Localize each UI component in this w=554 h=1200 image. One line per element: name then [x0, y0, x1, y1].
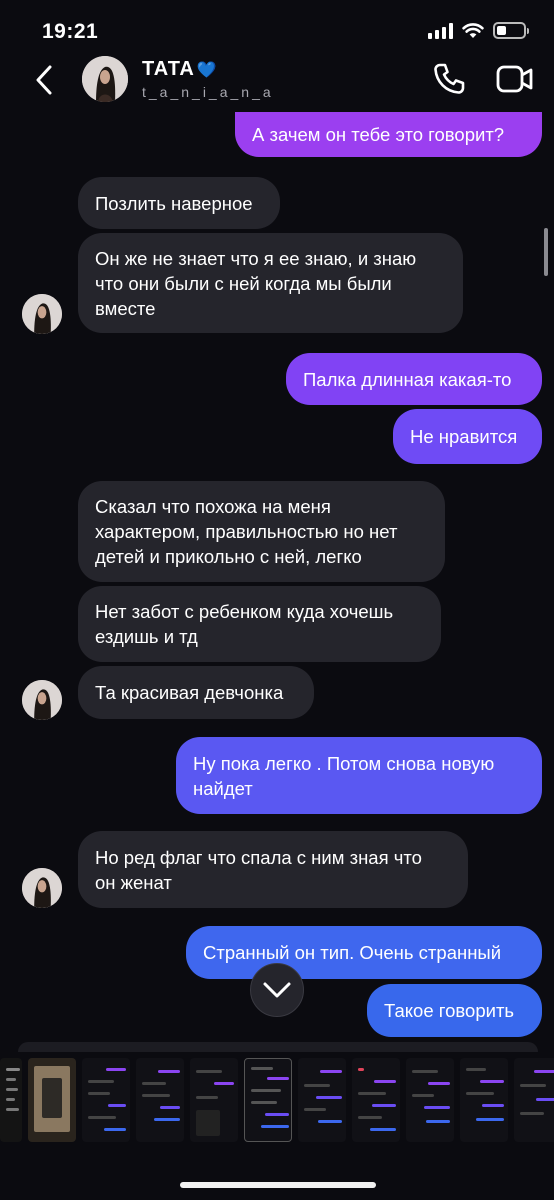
thumbnail[interactable] — [406, 1058, 454, 1142]
message-text: Позлить наверное — [95, 192, 253, 214]
contact-username: t_a_n_i_a_n_a — [142, 84, 274, 100]
thumbnail[interactable] — [460, 1058, 508, 1142]
message-line: он женат — [95, 871, 172, 893]
thumbnail[interactable] — [82, 1058, 130, 1142]
home-indicator — [180, 1182, 376, 1188]
scroll-indicator[interactable] — [544, 228, 548, 276]
message-line: характером, правильностью но нет — [95, 521, 398, 542]
message-incoming[interactable]: Та красивая девчонка — [78, 666, 314, 719]
thumbnail[interactable] — [136, 1058, 184, 1142]
message-incoming[interactable]: Позлить наверное — [78, 177, 280, 229]
thumbnail[interactable] — [514, 1058, 554, 1142]
message-incoming[interactable]: Он же не знает что я ее знаю, и знаю что… — [78, 233, 463, 333]
status-bar: 19:21 — [0, 0, 554, 56]
battery-icon — [493, 22, 529, 39]
message-outgoing[interactable]: Такое говорить — [367, 984, 542, 1037]
cellular-signal-icon — [428, 22, 453, 39]
thumbnail[interactable] — [352, 1058, 400, 1142]
message-line: Но ред флаг что спала с ним зная что — [95, 846, 422, 868]
phone-call-button[interactable] — [432, 62, 466, 96]
message-outgoing[interactable]: Ну пока легко . Потом снова новую найдет — [176, 737, 542, 814]
message-line: Он же не знает что я ее знаю, и знаю — [95, 247, 417, 269]
message-text: Странный он тип. Очень странный — [203, 942, 502, 963]
thumbnail[interactable] — [190, 1058, 238, 1142]
scroll-to-bottom-button[interactable] — [250, 963, 304, 1017]
message-incoming[interactable]: Но ред флаг что спала с ним зная что он … — [78, 831, 468, 908]
thumbnail-photo[interactable] — [28, 1058, 76, 1142]
message-text: Такое говорить — [384, 1000, 515, 1021]
message-line: что они были с ней когда мы были — [95, 272, 392, 294]
status-icons — [428, 22, 529, 39]
screenshot-thumbnail-strip — [0, 1058, 554, 1144]
contact-name[interactable]: TATA 💙 — [142, 58, 218, 81]
contact-avatar[interactable] — [82, 56, 128, 102]
verified-heart-icon: 💙 — [196, 61, 218, 79]
sender-avatar[interactable] — [22, 868, 62, 908]
wifi-icon — [462, 23, 484, 38]
chevron-down-icon — [263, 982, 291, 998]
message-line: Ну пока легко . Потом снова новую — [193, 752, 495, 774]
video-call-button[interactable] — [496, 62, 534, 96]
thumbnail-selected[interactable] — [244, 1058, 292, 1142]
contact-name-text: TATA — [142, 58, 195, 80]
message-incoming[interactable]: Сказал что похожа на меня характером, пр… — [78, 481, 445, 582]
message-text: Палка длинная какая-то — [303, 368, 512, 390]
thumbnail[interactable] — [298, 1058, 346, 1142]
message-line: детей и прикольно с ней, легко — [95, 546, 362, 567]
message-line: ездишь и тд — [95, 626, 198, 647]
message-line: вместе — [95, 297, 156, 319]
sender-avatar[interactable] — [22, 680, 62, 720]
message-outgoing[interactable]: Не нравится — [393, 409, 542, 464]
back-button[interactable] — [30, 62, 60, 98]
message-outgoing[interactable]: Палка длинная какая-то — [286, 353, 542, 405]
thumbnail[interactable] — [0, 1058, 22, 1142]
message-line: найдет — [193, 777, 253, 799]
message-outgoing[interactable]: А зачем он тебе это говорит? — [235, 112, 542, 157]
message-incoming[interactable]: Нет забот с ребенком куда хочешь ездишь … — [78, 586, 441, 662]
message-text: А зачем он тебе это говорит? — [252, 124, 505, 145]
message-line: Нет забот с ребенком куда хочешь — [95, 601, 394, 622]
message-line: Сказал что похожа на меня — [95, 496, 331, 517]
sender-avatar[interactable] — [22, 294, 62, 334]
composer-edge — [18, 1042, 538, 1052]
chat-header: TATA 💙 t_a_n_i_a_n_a — [0, 56, 554, 114]
status-time: 19:21 — [42, 20, 99, 43]
message-text: Не нравится — [410, 426, 518, 447]
message-text: Та красивая девчонка — [95, 682, 284, 703]
message-outgoing[interactable]: Странный он тип. Очень странный — [186, 926, 542, 979]
